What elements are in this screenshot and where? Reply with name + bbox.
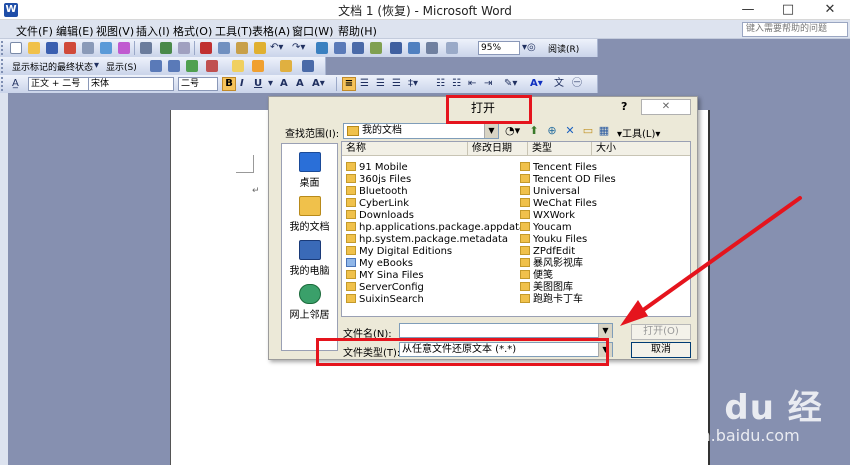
baidu-watermark-url: jingyan.baidu.com [652, 426, 800, 445]
annotation-arrow-shaft [630, 196, 802, 320]
annotation-arrow-head [620, 300, 648, 326]
baidu-watermark-logo: Bai du 经验 [648, 388, 823, 465]
